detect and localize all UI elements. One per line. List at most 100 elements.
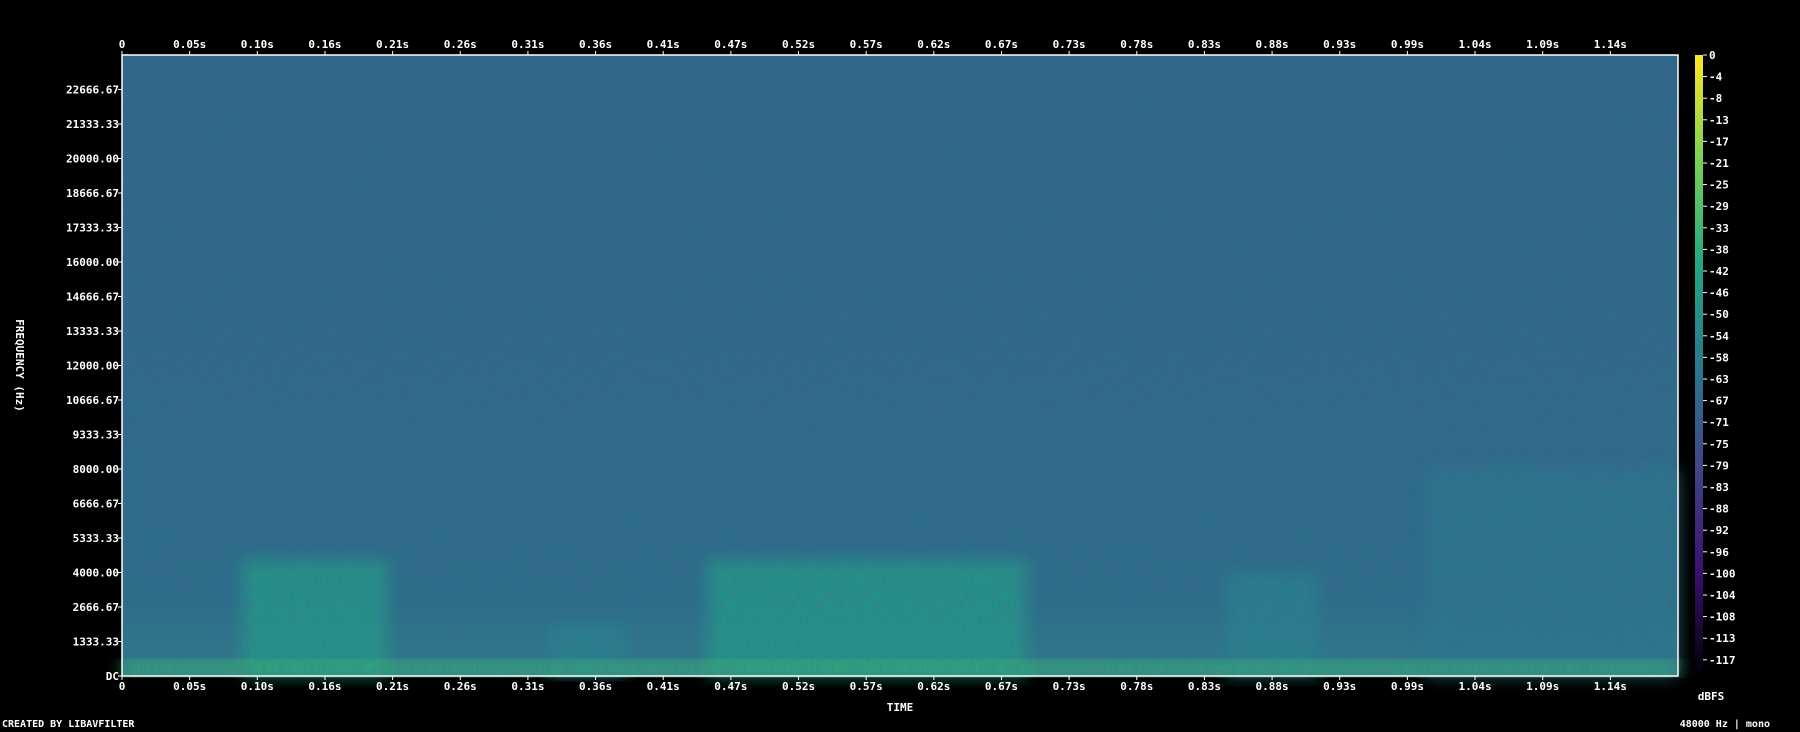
colorbar-tick-label: -46	[1709, 287, 1729, 300]
x-tick-bottom-label: 0	[119, 680, 126, 693]
x-tick-bottom-label: 0.62s	[917, 680, 950, 693]
x-axis-bottom: 0 0.05s 0.10s 0.16s 0.21s 0.26s 0.31s 0.36s 0.41…	[119, 676, 1627, 693]
colorbar-tick-label: -108	[1709, 611, 1736, 624]
colorbar-tick-label: -71	[1709, 416, 1729, 429]
x-tick-bottom-label: 0.47s	[714, 680, 747, 693]
colorbar-tick-label: -92	[1709, 524, 1729, 537]
x-tick-bottom-label: 0.16s	[308, 680, 341, 693]
x-tick-bottom-label: 0.73s	[1053, 680, 1086, 693]
x-tick-top-label: 0.83s	[1188, 38, 1221, 51]
x-tick-bottom-label: 1.09s	[1526, 680, 1559, 693]
colorbar: 0 -4 -8 -13 -17 -21 -25 -29 -33 -38 -42 -46 -50 -54 -5…	[1695, 49, 1736, 703]
x-tick-top-label: 0.16s	[308, 38, 341, 51]
footer-credit: CREATED BY LIBAVFILTER	[2, 719, 135, 730]
y-tick-label: 6666.67	[73, 498, 119, 511]
colorbar-tick-label: -17	[1709, 135, 1729, 148]
y-tick-label: 8000.00	[73, 463, 119, 476]
colorbar-tick-label: -117	[1709, 654, 1736, 667]
y-tick-label: 9333.33	[73, 429, 119, 442]
y-tick-label: 1333.33	[73, 636, 119, 649]
colorbar-tick-label: -63	[1709, 373, 1729, 386]
x-tick-bottom-label: 0.88s	[1256, 680, 1289, 693]
spectrogram-noise-texture	[122, 55, 1678, 676]
x-axis-label: TIME	[887, 701, 914, 714]
colorbar-tick-label: -100	[1709, 567, 1736, 580]
colorbar-tick-label: -83	[1709, 481, 1729, 494]
y-tick-label: 22666.67	[66, 84, 119, 97]
x-tick-top-label: 0.78s	[1120, 38, 1153, 51]
x-tick-top-label: 0.36s	[579, 38, 612, 51]
colorbar-tick-label: -13	[1709, 114, 1729, 127]
y-tick-label: 4000.00	[73, 567, 119, 580]
colorbar-tick-label: -58	[1709, 351, 1729, 364]
x-tick-top-label: 0.88s	[1256, 38, 1289, 51]
colorbar-tick-label: -4	[1709, 71, 1723, 84]
x-tick-top-label: 0.47s	[714, 38, 747, 51]
y-tick-label: 20000.00	[66, 153, 119, 166]
colorbar-tick-label: -75	[1709, 438, 1729, 451]
y-tick-label: 2666.67	[73, 601, 119, 614]
x-tick-top-label: 0.05s	[173, 38, 206, 51]
y-tick-label: 12000.00	[66, 360, 119, 373]
x-tick-top-label: 0.10s	[241, 38, 274, 51]
colorbar-scale	[1695, 55, 1703, 676]
colorbar-ticks: 0 -4 -8 -13 -17 -21 -25 -29 -33 -38 -42 -46 -50 -54 -5…	[1703, 49, 1736, 667]
x-tick-bottom-label: 0.57s	[850, 680, 883, 693]
x-tick-bottom-label: 0.99s	[1391, 680, 1424, 693]
colorbar-tick-label: -25	[1709, 179, 1729, 192]
x-tick-top-label: 0.26s	[444, 38, 477, 51]
y-tick-label: 13333.33	[66, 325, 119, 338]
x-tick-top-label: 0.67s	[985, 38, 1018, 51]
y-tick-label: 5333.33	[73, 532, 119, 545]
y-tick-label: DC	[106, 670, 119, 683]
y-tick-label: 16000.00	[66, 256, 119, 269]
x-tick-bottom-label: 0.26s	[444, 680, 477, 693]
y-tick-label: 21333.33	[66, 118, 119, 131]
x-tick-top-label: 0.93s	[1323, 38, 1356, 51]
x-tick-top-label: 1.09s	[1526, 38, 1559, 51]
x-tick-top-label: 0.73s	[1053, 38, 1086, 51]
x-tick-top-label: 1.14s	[1594, 38, 1627, 51]
x-tick-bottom-label: 0.52s	[782, 680, 815, 693]
x-tick-bottom-label: 0.41s	[647, 680, 680, 693]
y-tick-label: 14666.67	[66, 291, 119, 304]
y-axis-label: FREQUENCY (Hz)	[13, 319, 26, 412]
x-tick-bottom-label: 0.83s	[1188, 680, 1221, 693]
colorbar-tick-label: -79	[1709, 459, 1729, 472]
x-tick-top-label: 0.31s	[511, 38, 544, 51]
y-tick-label: 18666.67	[66, 187, 119, 200]
colorbar-label: dBFS	[1698, 690, 1725, 703]
x-tick-bottom-label: 1.14s	[1594, 680, 1627, 693]
x-axis-top: 0 0.05s 0.10s 0.16s 0.21s 0.26s 0.31s 0.36s 0.41…	[119, 38, 1627, 55]
colorbar-tick-label: -113	[1709, 632, 1736, 645]
colorbar-tick-label: -29	[1709, 200, 1729, 213]
x-tick-top-label: 0.62s	[917, 38, 950, 51]
x-tick-bottom-label: 0.93s	[1323, 680, 1356, 693]
colorbar-tick-label: -38	[1709, 243, 1729, 256]
x-tick-top-label: 0.99s	[1391, 38, 1424, 51]
colorbar-tick-label: -67	[1709, 395, 1729, 408]
x-tick-bottom-label: 0.05s	[173, 680, 206, 693]
colorbar-tick-label: -96	[1709, 546, 1729, 559]
x-tick-bottom-label: 0.78s	[1120, 680, 1153, 693]
footer-audio-info: 48000 Hz | mono	[1679, 719, 1770, 730]
colorbar-tick-label: -50	[1709, 308, 1729, 321]
x-tick-bottom-label: 1.04s	[1458, 680, 1491, 693]
colorbar-tick-label: -54	[1709, 330, 1729, 343]
x-tick-top-label: 1.04s	[1458, 38, 1491, 51]
x-tick-top-label: 0	[119, 38, 126, 51]
x-tick-bottom-label: 0.36s	[579, 680, 612, 693]
colorbar-tick-label: -8	[1709, 92, 1722, 105]
colorbar-tick-label: -33	[1709, 222, 1729, 235]
y-tick-label: 17333.33	[66, 222, 119, 235]
x-tick-top-label: 0.52s	[782, 38, 815, 51]
x-tick-bottom-label: 0.21s	[376, 680, 409, 693]
x-tick-top-label: 0.21s	[376, 38, 409, 51]
x-tick-top-label: 0.57s	[850, 38, 883, 51]
x-tick-bottom-label: 0.67s	[985, 680, 1018, 693]
colorbar-tick-label: -88	[1709, 503, 1729, 516]
spectrogram-plot-area	[121, 54, 1679, 677]
colorbar-tick-label: -104	[1709, 589, 1736, 602]
x-tick-bottom-label: 0.31s	[511, 680, 544, 693]
spectrogram-chart: 0 0.05s 0.10s 0.16s 0.21s 0.26s 0.31s 0.36s 0.41…	[13, 38, 1736, 714]
